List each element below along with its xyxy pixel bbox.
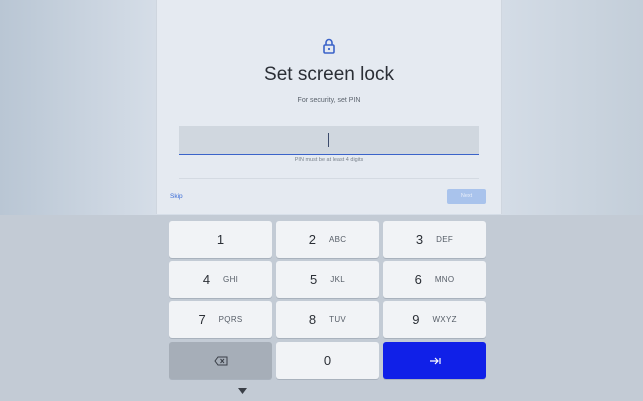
key-digit: 8 [308, 312, 317, 327]
page-title: Set screen lock [264, 64, 394, 85]
key-letters: JKL [330, 275, 345, 284]
backspace-key[interactable] [169, 342, 272, 379]
key-digit: 9 [412, 312, 420, 327]
backspace-icon [213, 356, 228, 366]
key-digit: 4 [202, 272, 211, 287]
subtitle: For security, set PIN [297, 97, 361, 104]
enter-key[interactable] [383, 342, 486, 379]
key-letters: WXYZ [432, 315, 457, 324]
key-letters: DEF [436, 235, 454, 244]
key-letters: ABC [328, 235, 347, 244]
key-letters: PQRS [218, 315, 243, 324]
key-2[interactable]: 2 ABC [276, 221, 379, 258]
key-digit: 6 [414, 272, 422, 287]
screen-lock-dialog: Set screen lock For security, set PIN PI… [156, 0, 502, 214]
divider [179, 178, 479, 179]
key-8[interactable]: 8 TUV [276, 301, 379, 338]
key-4[interactable]: 4 GHI [169, 261, 272, 298]
text-cursor [328, 133, 329, 147]
numeric-keypad: 1 2 ABC 3 DEF 4 GHI 5 JKL 6 MNO 7 PQRS 8… [0, 215, 643, 401]
next-button[interactable]: Next [447, 189, 486, 204]
skip-button[interactable]: Skip [170, 193, 183, 200]
key-1[interactable]: 1 [169, 221, 272, 258]
key-digit: 0 [323, 353, 332, 368]
key-digit: 2 [308, 232, 316, 247]
key-digit: 1 [216, 232, 225, 247]
key-letters: GHI [223, 275, 239, 284]
pin-hint: PIN must be at least 4 digits [294, 157, 364, 163]
key-7[interactable]: 7 PQRS [169, 301, 272, 338]
key-0[interactable]: 0 [276, 342, 379, 379]
key-digit: 7 [198, 312, 206, 327]
chevron-down-icon[interactable] [238, 388, 247, 394]
key-3[interactable]: 3 DEF [383, 221, 486, 258]
pin-input[interactable] [179, 126, 479, 155]
key-9[interactable]: 9 WXYZ [383, 301, 486, 338]
key-6[interactable]: 6 MNO [383, 261, 486, 298]
key-5[interactable]: 5 JKL [276, 261, 379, 298]
key-letters: TUV [329, 315, 347, 324]
key-digit: 5 [310, 272, 318, 287]
key-letters: MNO [434, 275, 455, 284]
key-digit: 3 [415, 232, 424, 247]
lock-icon [322, 38, 336, 54]
tab-enter-icon [429, 357, 441, 365]
